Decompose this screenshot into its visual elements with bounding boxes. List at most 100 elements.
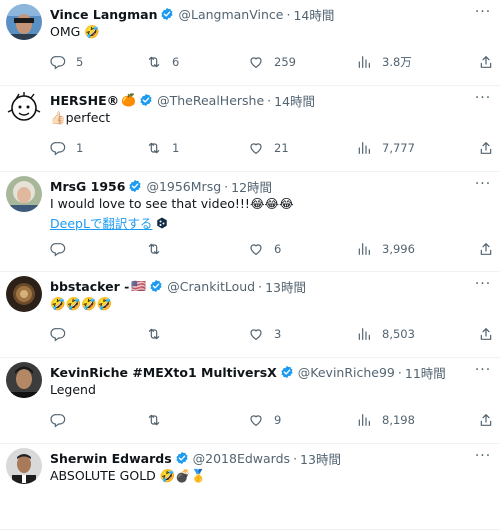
display-name[interactable]: MrsG 1956 [50, 179, 125, 194]
avatar[interactable] [6, 4, 42, 40]
user-handle[interactable]: @LangmanVince [178, 7, 283, 22]
tweet-actions: 9 8,198 [48, 410, 494, 430]
retweet-count: 1 [172, 141, 180, 155]
tweet-kevinriche[interactable]: KevinRiche #MEXto1 MultiversX @KevinRich… [0, 358, 500, 444]
views-button[interactable]: 8,503 [356, 324, 415, 344]
share-button[interactable] [478, 324, 494, 344]
share-icon [480, 142, 492, 154]
avatar[interactable] [6, 276, 42, 312]
name-emoji: 🍊 [121, 93, 137, 107]
retweet-button[interactable]: 6 [146, 52, 179, 72]
display-name[interactable]: Vince Langman [50, 7, 157, 22]
share-icon [480, 328, 492, 340]
verified-badge-icon [160, 7, 174, 21]
reply-button[interactable]: 5 [50, 52, 83, 72]
like-count: 3 [274, 327, 282, 341]
like-count: 259 [274, 55, 296, 69]
reply-icon [50, 414, 66, 428]
timestamp[interactable]: 13時間 [265, 277, 306, 296]
tweet-header: bbstacker - 🇺🇸 @CrankitLoud · 13時間 [50, 277, 470, 295]
user-handle[interactable]: @2018Edwards [193, 451, 290, 466]
like-count: 6 [274, 242, 282, 256]
reply-button[interactable]: 1 [50, 138, 83, 158]
reply-icon [50, 328, 66, 342]
more-options-icon[interactable]: ··· [474, 4, 492, 20]
more-options-icon[interactable]: ··· [474, 362, 492, 378]
tweet-header: Vince Langman @LangmanVince · 14時間 [50, 5, 470, 23]
like-heart-icon [250, 143, 262, 155]
like-button[interactable]: 9 [248, 410, 281, 430]
retweet-button[interactable] [146, 324, 172, 344]
more-options-icon[interactable]: ··· [474, 448, 492, 464]
separator-dot: · [397, 364, 402, 380]
retweet-count: 6 [172, 55, 180, 69]
tweet-actions: 3 8,503 [48, 324, 494, 344]
tweet-mrsg-1956[interactable]: MrsG 1956 @1956Mrsg · 12時間 ··· I would l… [0, 172, 500, 272]
display-name[interactable]: KevinRiche #MEXto1 MultiversX [50, 365, 277, 380]
tweet-sherwin-edwards[interactable]: Sherwin Edwards @2018Edwards · 13時間 ··· … [0, 444, 500, 530]
more-options-icon[interactable]: ··· [474, 276, 492, 292]
views-button[interactable]: 3,996 [356, 239, 415, 259]
timestamp[interactable]: 11時間 [405, 363, 446, 382]
share-button[interactable] [478, 138, 494, 158]
timestamp[interactable]: 14時間 [274, 91, 315, 110]
more-options-icon[interactable]: ··· [474, 176, 492, 192]
timestamp[interactable]: 12時間 [231, 177, 272, 196]
views-button[interactable]: 7,777 [356, 138, 415, 158]
retweet-icon [148, 56, 160, 68]
user-handle[interactable]: @TheRealHershe [157, 93, 264, 108]
like-heart-icon [250, 329, 262, 341]
display-name[interactable]: bbstacker - [50, 279, 129, 294]
reply-count: 1 [76, 141, 84, 155]
tweet-vince-langman[interactable]: Vince Langman @LangmanVince · 14時間 ··· O… [0, 0, 500, 86]
tweet-bbstacker[interactable]: bbstacker - 🇺🇸 @CrankitLoud · 13時間 ··· 🤣… [0, 272, 500, 358]
name-flag: 🇺🇸 [131, 279, 147, 293]
translate-label[interactable]: DeepLで翻訳する [50, 213, 152, 232]
retweet-button[interactable]: 1 [146, 138, 179, 158]
retweet-icon [148, 414, 160, 426]
share-button[interactable] [478, 239, 494, 259]
verified-badge-icon [280, 365, 294, 379]
verified-badge-icon [128, 179, 142, 193]
views-button[interactable]: 8,198 [356, 410, 415, 430]
view-count: 7,777 [382, 141, 415, 155]
views-button[interactable]: 3.8万 [356, 52, 412, 72]
tweet-actions: 1 1 21 7,777 [48, 138, 494, 158]
verified-badge-icon [175, 451, 189, 465]
avatar[interactable] [6, 362, 42, 398]
share-button[interactable] [478, 52, 494, 72]
user-handle[interactable]: @KevinRiche99 [298, 365, 395, 380]
tweet-hershe[interactable]: HERSHE® 🍊 @TheRealHershe · 14時間 ··· 👍🏻pe… [0, 86, 500, 172]
reply-feed: Vince Langman @LangmanVince · 14時間 ··· O… [0, 0, 500, 530]
separator-dot: · [258, 278, 263, 294]
display-name[interactable]: HERSHE® [50, 93, 119, 108]
user-handle[interactable]: @CrankitLoud [167, 279, 255, 294]
user-handle[interactable]: @1956Mrsg [146, 179, 221, 194]
avatar[interactable] [6, 448, 42, 484]
reply-button[interactable] [50, 239, 76, 259]
more-options-icon[interactable]: ··· [474, 90, 492, 106]
reply-button[interactable] [50, 324, 76, 344]
reply-button[interactable] [50, 410, 76, 430]
like-heart-icon [250, 244, 262, 256]
retweet-icon [148, 328, 160, 340]
share-button[interactable] [478, 410, 494, 430]
display-name[interactable]: Sherwin Edwards [50, 451, 172, 466]
retweet-button[interactable] [146, 410, 172, 430]
tweet-text: 🤣🤣🤣🤣 [50, 296, 113, 311]
view-count: 3.8万 [382, 55, 412, 69]
timestamp[interactable]: 13時間 [300, 449, 341, 468]
view-count: 3,996 [382, 242, 415, 256]
translate-link[interactable]: DeepLで翻訳する [50, 213, 168, 232]
like-button[interactable]: 6 [248, 239, 281, 259]
like-count: 21 [274, 141, 289, 155]
avatar[interactable] [6, 176, 42, 212]
avatar[interactable] [6, 90, 42, 126]
like-button[interactable]: 3 [248, 324, 281, 344]
like-button[interactable]: 259 [248, 52, 296, 72]
timestamp[interactable]: 14時間 [293, 5, 334, 24]
retweet-button[interactable] [146, 239, 172, 259]
views-chart-icon [358, 142, 370, 154]
tweet-actions: 6 3,996 [48, 239, 494, 259]
like-button[interactable]: 21 [248, 138, 289, 158]
